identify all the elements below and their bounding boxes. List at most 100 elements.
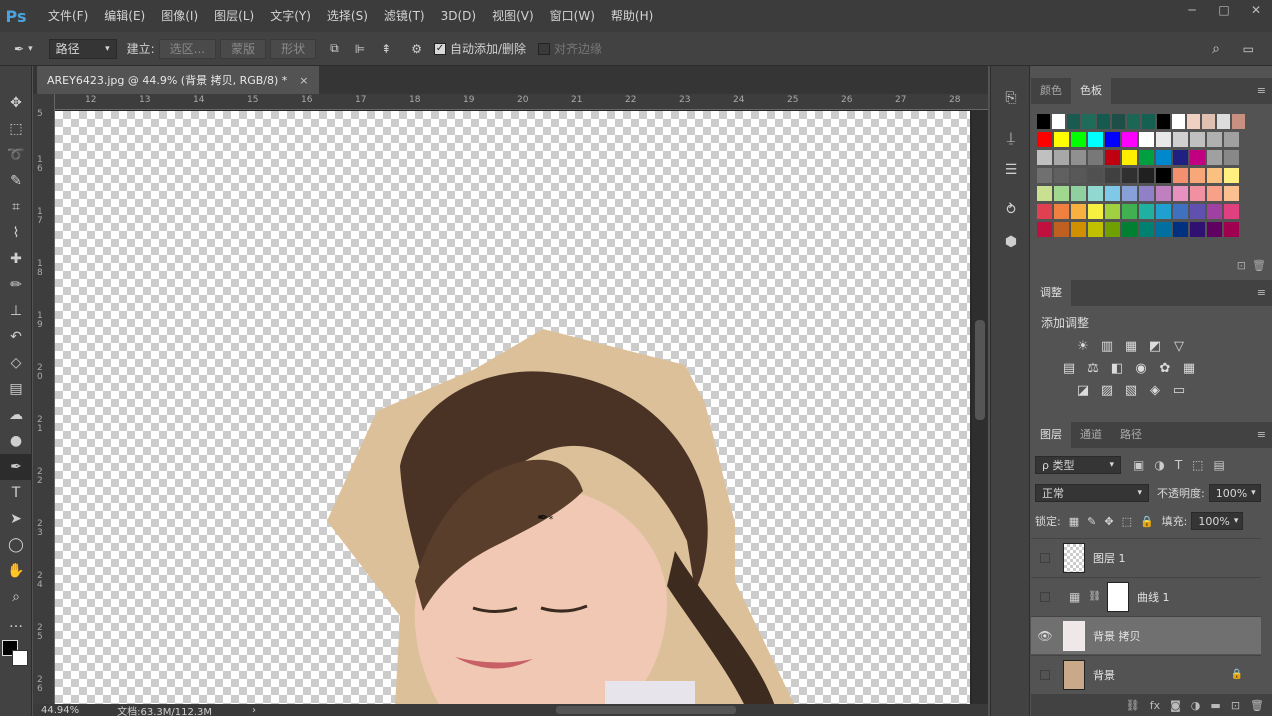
color-swatch[interactable]	[1207, 222, 1222, 237]
color-swatch[interactable]	[1088, 186, 1103, 201]
color-swatch[interactable]	[1224, 186, 1239, 201]
photo-filter-icon[interactable]: ◉	[1129, 357, 1153, 379]
layer-filter-select[interactable]: ρ 类型 ▾	[1035, 456, 1121, 474]
fill-input[interactable]: 100% ▾	[1191, 512, 1244, 530]
path-select-tool-icon[interactable]: ➤	[0, 506, 32, 532]
mask-button[interactable]: 蒙版	[220, 38, 267, 59]
filter-smart-icon[interactable]: ▤	[1214, 458, 1225, 472]
color-swatch[interactable]	[1190, 150, 1205, 165]
posterize-icon[interactable]: ▨	[1095, 379, 1119, 401]
canvas-viewport[interactable]: ✒*	[55, 110, 970, 706]
background-color[interactable]	[12, 650, 28, 666]
invert-icon[interactable]: ◪	[1071, 379, 1095, 401]
color-swatch[interactable]	[1122, 222, 1137, 237]
color-swatch[interactable]	[1037, 186, 1052, 201]
restore-icon[interactable]: □	[1208, 0, 1240, 20]
zoom-value[interactable]: 44.94%	[41, 705, 79, 716]
color-swatch[interactable]	[1122, 186, 1137, 201]
layer-row[interactable]: 图层 1	[1031, 538, 1261, 576]
tab-swatches[interactable]: 色板	[1071, 78, 1111, 104]
panel-menu-icon[interactable]: ≡	[1257, 428, 1266, 441]
color-swatch[interactable]	[1156, 204, 1171, 219]
history-panel-icon[interactable]: ⎘	[991, 82, 1031, 114]
color-swatch[interactable]	[1122, 168, 1137, 183]
color-swatch[interactable]	[1082, 114, 1095, 129]
new-swatch-icon[interactable]: ⊡	[1237, 259, 1246, 272]
lookup-icon[interactable]: ▦	[1177, 357, 1201, 379]
menu-type[interactable]: 文字(Y)	[262, 0, 319, 32]
new-layer-icon[interactable]: ⊡	[1231, 699, 1240, 712]
folder-icon[interactable]: ▬	[1210, 699, 1220, 712]
color-swatch[interactable]	[1207, 132, 1222, 147]
crop-tool-icon[interactable]: ⌗	[0, 194, 32, 220]
horizontal-scroll-thumb[interactable]	[556, 706, 737, 714]
panel-menu-icon[interactable]: ≡	[1257, 84, 1266, 97]
link-icon[interactable]: ⛓	[1126, 699, 1140, 712]
color-swatch[interactable]	[1207, 186, 1222, 201]
color-swatch[interactable]	[1156, 132, 1171, 147]
filter-type-icon[interactable]: T	[1175, 458, 1182, 472]
more-tools-icon[interactable]: …	[0, 610, 32, 636]
color-swatch[interactable]	[1088, 222, 1103, 237]
gradient-map-icon[interactable]: ▭	[1167, 379, 1191, 401]
trash-icon[interactable]: 🗑	[1250, 699, 1264, 712]
hand-tool-icon[interactable]: ✋	[0, 558, 32, 584]
document-tab[interactable]: AREY6423.jpg @ 44.9% (背景 拷贝, RGB/8) * ×	[37, 66, 319, 94]
color-swatch[interactable]	[1037, 114, 1050, 129]
image-canvas[interactable]	[55, 111, 970, 706]
color-swatch[interactable]	[1224, 132, 1239, 147]
color-swatch[interactable]	[1139, 204, 1154, 219]
color-swatch[interactable]	[1142, 114, 1155, 129]
color-swatch[interactable]	[1105, 204, 1120, 219]
color-swatch[interactable]	[1112, 114, 1125, 129]
vibrance-icon[interactable]: ▽	[1167, 335, 1191, 357]
color-swatch[interactable]	[1105, 186, 1120, 201]
color-swatch[interactable]	[1052, 114, 1065, 129]
eyedropper-tool-icon[interactable]: ⌇	[0, 220, 32, 246]
color-swatch[interactable]	[1187, 114, 1200, 129]
color-swatch[interactable]	[1037, 204, 1052, 219]
layer-name[interactable]: 背景 拷贝	[1093, 628, 1141, 644]
vertical-scrollbar[interactable]	[972, 110, 988, 706]
bw-icon[interactable]: ◧	[1105, 357, 1129, 379]
filter-pixel-icon[interactable]: ▣	[1133, 458, 1144, 472]
color-swatch[interactable]	[1207, 168, 1222, 183]
color-swatch[interactable]	[1054, 150, 1069, 165]
lock-position-icon[interactable]: ✥	[1104, 515, 1113, 528]
color-swatch[interactable]	[1037, 168, 1052, 183]
selection-button[interactable]: 选区...	[158, 38, 217, 59]
color-swatch[interactable]	[1139, 222, 1154, 237]
path-align-icon[interactable]: ⊫	[355, 42, 365, 56]
color-swatch[interactable]	[1156, 150, 1171, 165]
color-swatch[interactable]	[1190, 204, 1205, 219]
tab-color[interactable]: 颜色	[1031, 78, 1071, 104]
exposure-icon[interactable]: ◩	[1143, 335, 1167, 357]
color-swatch[interactable]	[1139, 150, 1154, 165]
color-swatch[interactable]	[1105, 150, 1120, 165]
path-arrange-icon[interactable]: ⇞	[381, 42, 391, 56]
minimize-icon[interactable]: ─	[1176, 0, 1208, 20]
menu-help[interactable]: 帮助(H)	[603, 0, 661, 32]
filter-shape-icon[interactable]: ⬚	[1192, 458, 1203, 472]
visibility-toggle[interactable]	[1031, 591, 1059, 602]
chevron-right-icon[interactable]: ›	[252, 705, 256, 716]
color-swatch[interactable]	[1054, 132, 1069, 147]
mixer-icon[interactable]: ✿	[1153, 357, 1177, 379]
visibility-toggle[interactable]	[1031, 669, 1059, 680]
color-swatch[interactable]	[1173, 204, 1188, 219]
properties-panel-icon[interactable]: ☰	[991, 154, 1031, 186]
menu-layer[interactable]: 图层(L)	[206, 0, 262, 32]
color-swatch[interactable]	[1217, 114, 1230, 129]
layer-row[interactable]: ▦ ⛓ 曲线 1	[1031, 577, 1261, 615]
color-swatch[interactable]	[1037, 132, 1052, 147]
color-swatch[interactable]	[1067, 114, 1080, 129]
color-swatch[interactable]	[1156, 186, 1171, 201]
color-swatch[interactable]	[1122, 132, 1137, 147]
curves-icon[interactable]: ▦	[1119, 335, 1143, 357]
layer-row-selected[interactable]: 👁 背景 拷贝	[1031, 616, 1261, 654]
history-brush-tool-icon[interactable]: ↶	[0, 324, 32, 350]
gear-icon[interactable]: ⚙	[411, 42, 422, 56]
vertical-ruler[interactable]: 5 16 17 18 19 20 21 22 23 24 25 26	[33, 94, 55, 706]
lock-brush-icon[interactable]: ✎	[1087, 515, 1096, 528]
menu-3d[interactable]: 3D(D)	[433, 0, 484, 32]
